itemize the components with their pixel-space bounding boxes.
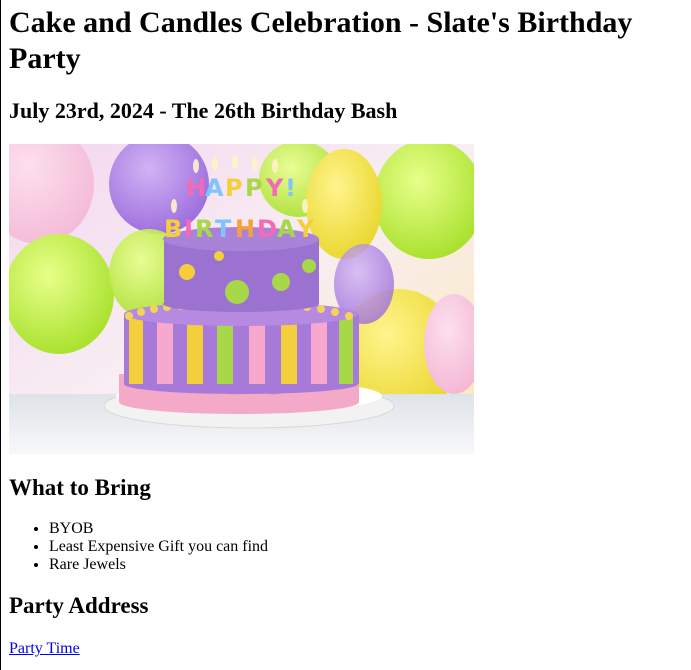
event-date-subtitle: July 23rd, 2024 - The 26th Birthday Bash [9,98,398,123]
svg-text:B: B [164,215,182,243]
svg-text:H: H [186,174,206,202]
svg-text:A: A [277,215,296,243]
svg-text:I: I [184,215,193,243]
left-border [0,0,1,670]
svg-text:Y: Y [296,215,315,243]
svg-text:P: P [245,174,263,202]
list-item: BYOB [49,520,685,538]
svg-text:H: H [235,215,255,243]
svg-text:Y: Y [265,174,284,202]
svg-text:P: P [225,174,243,202]
list-item: Least Expensive Gift you can find [49,538,685,556]
svg-text:A: A [205,174,224,202]
party-time-link[interactable]: Party Time [9,640,80,658]
svg-text:D: D [257,215,277,243]
what-to-bring-heading: What to Bring [9,475,151,500]
svg-text:!: ! [285,174,296,202]
page-title: Cake and Candles Celebration - Slate's B… [9,6,633,75]
bring-list: BYOB Least Expensive Gift you can find R… [9,520,685,574]
birthday-cake-image: H A P P Y ! B I R T H D A Y [9,144,474,454]
page-content: Cake and Candles Celebration - Slate's B… [9,0,685,658]
svg-text:T: T [215,215,232,243]
list-item: Rare Jewels [49,556,685,574]
party-address-heading: Party Address [9,593,149,618]
svg-text:R: R [195,215,213,243]
